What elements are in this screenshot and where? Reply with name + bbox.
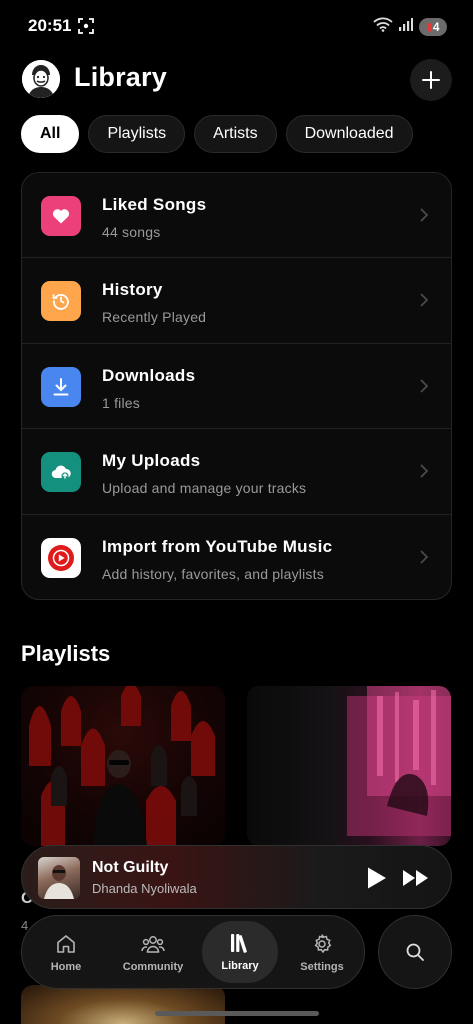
community-icon (141, 936, 165, 953)
battery-icon: ▮ 4 (419, 18, 447, 36)
library-item-title: Import from YouTube Music (102, 536, 333, 556)
filter-chip-all[interactable]: All (21, 115, 80, 153)
gear-icon (314, 934, 332, 954)
now-playing-artwork (38, 857, 80, 899)
nav-label: Settings (300, 961, 344, 973)
heart-icon (41, 196, 81, 236)
library-item-my-uploads[interactable]: My Uploads Upload and manage your tracks (22, 429, 451, 515)
library-item-subtitle: 44 songs (102, 224, 161, 240)
bottom-nav: Home Community Library Settings (21, 915, 365, 989)
filter-chips: All Playlists Artists Downloaded (21, 115, 413, 153)
chevron-right-icon (420, 464, 429, 478)
play-icon[interactable] (363, 865, 389, 891)
library-item-import-youtube-music[interactable]: Import from YouTube Music Add history, f… (22, 515, 451, 600)
chevron-right-icon (420, 379, 429, 393)
now-playing-title: Not Guilty (92, 859, 169, 876)
signal-icon (399, 18, 413, 36)
filter-chip-artists[interactable]: Artists (194, 115, 277, 153)
mini-player[interactable]: Not Guilty Dhanda Nyoliwala (21, 845, 452, 909)
nav-label: Community (122, 961, 184, 973)
nav-label: Home (50, 961, 82, 973)
history-icon (41, 281, 81, 322)
filter-chip-playlists[interactable]: Playlists (88, 115, 186, 153)
chevron-right-icon (420, 293, 429, 308)
home-icon (57, 935, 75, 953)
nav-label: Library (221, 960, 259, 972)
library-item-subtitle: 1 files (102, 394, 140, 411)
library-item-subtitle: Recently Played (102, 309, 207, 326)
skip-next-icon[interactable] (401, 867, 431, 889)
playlist-cover-image[interactable] (21, 985, 225, 1024)
screenshot-icon (78, 18, 94, 34)
download-icon (41, 366, 81, 407)
library-item-title: Downloads (102, 365, 196, 385)
library-item-subtitle: Upload and manage your tracks (102, 480, 307, 497)
nav-community[interactable]: Community (114, 916, 192, 990)
library-item-liked-songs[interactable]: Liked Songs 44 songs (22, 173, 451, 259)
playlists-section-title: Playlists (21, 641, 111, 666)
library-item-title: Liked Songs (102, 195, 207, 214)
nav-home[interactable]: Home (34, 916, 98, 990)
search-icon (406, 943, 424, 961)
library-item-downloads[interactable]: Downloads 1 files (22, 344, 451, 430)
add-button[interactable] (410, 59, 452, 101)
status-time: 20:51 (28, 16, 72, 35)
cloud-upload-icon (41, 452, 81, 493)
library-item-title: My Uploads (102, 451, 201, 471)
chevron-right-icon (420, 208, 429, 222)
filter-chip-downloaded[interactable]: Downloaded (285, 115, 413, 153)
plus-icon (422, 71, 440, 89)
library-item-subtitle: Add history, favorites, and playlists (102, 565, 324, 582)
chevron-right-icon (420, 549, 429, 564)
library-card: Liked Songs 44 songs History Recently Pl… (21, 172, 452, 600)
library-item-title: History (102, 280, 163, 300)
playlist-card[interactable] (247, 686, 451, 846)
header: Library (22, 58, 452, 104)
playlist-cover-image (29, 686, 215, 846)
home-indicator (155, 1011, 319, 1016)
youtube-music-icon (41, 537, 81, 578)
playlist-cover-image (347, 686, 451, 836)
nav-settings[interactable]: Settings (288, 916, 356, 990)
status-bar: 20:51 ▮ 4 (0, 0, 473, 54)
nav-library[interactable]: Library (202, 921, 278, 983)
library-icon (231, 934, 247, 953)
search-button[interactable] (378, 915, 452, 989)
avatar[interactable] (22, 60, 60, 98)
library-item-history[interactable]: History Recently Played (22, 258, 451, 344)
page-title: Library (74, 62, 167, 92)
playlist-card[interactable] (21, 686, 225, 846)
now-playing-artist: Dhanda Nyoliwala (92, 881, 197, 896)
wifi-icon (373, 17, 393, 37)
battery-level: 4 (432, 20, 440, 34)
